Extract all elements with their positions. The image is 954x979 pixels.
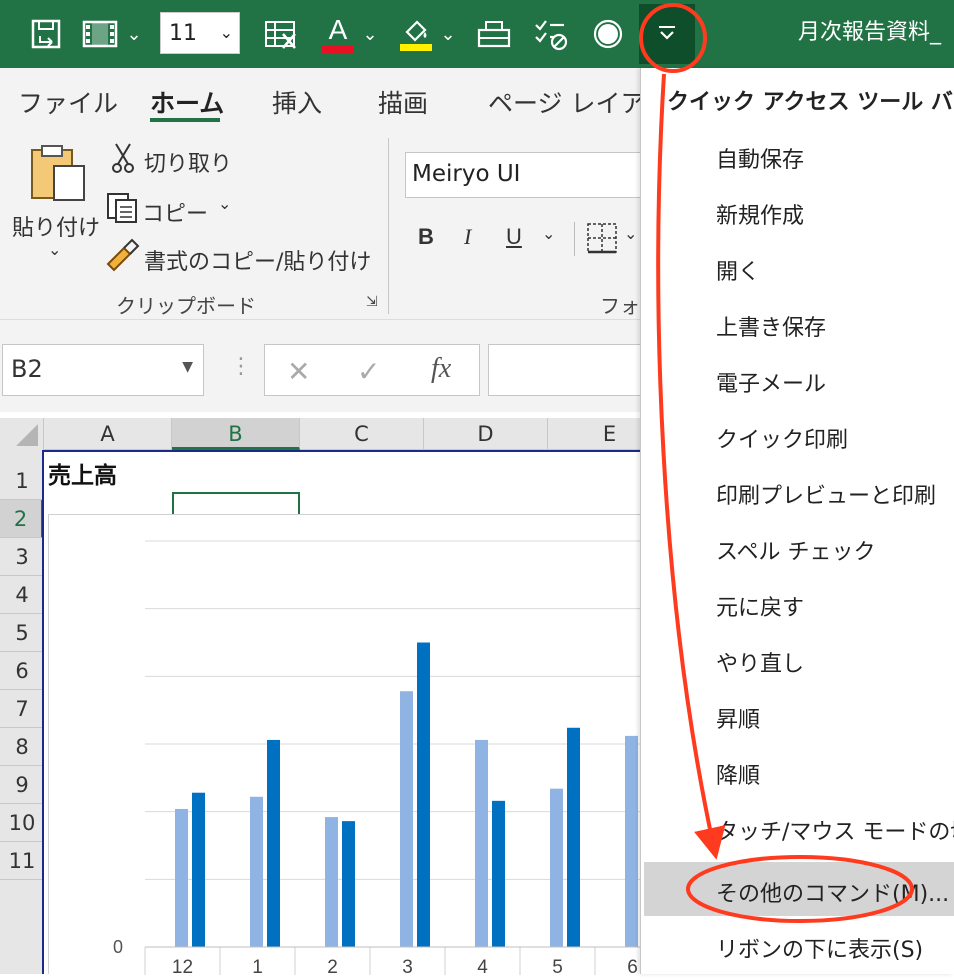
annotation-layer <box>639 3 914 923</box>
annotation-arrow <box>656 73 726 860</box>
highlight-circle-dropdown <box>639 3 707 73</box>
highlight-circle-more-commands <box>686 855 914 923</box>
